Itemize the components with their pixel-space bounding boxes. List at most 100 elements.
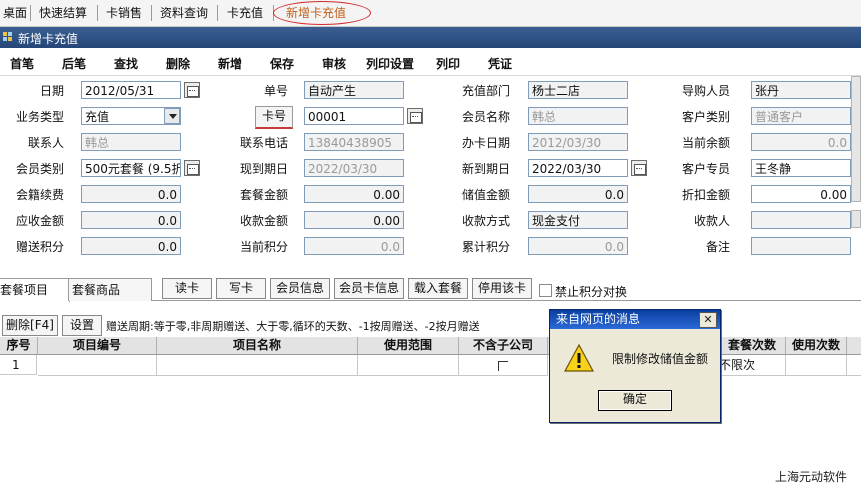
tab-separator: [30, 5, 31, 21]
cell-item-code[interactable]: [38, 355, 157, 376]
business-type-label: 业务类型: [15, 110, 64, 124]
current-points-label: 当前积分: [239, 240, 288, 254]
voucher-button[interactable]: 凭证: [488, 55, 512, 72]
delete-button[interactable]: 删除: [166, 55, 190, 72]
doc-number-label: 单号: [263, 84, 288, 98]
payment-method-field[interactable]: 现金支付: [528, 211, 628, 229]
col-header-more[interactable]: [847, 337, 861, 355]
tab-card-recharge[interactable]: 卡充值: [221, 3, 269, 23]
tab-desktop[interactable]: 桌面: [0, 3, 33, 23]
tab-data-query[interactable]: 资料查询: [154, 3, 214, 23]
card-number-button[interactable]: 卡号: [255, 106, 293, 129]
cell-item-name[interactable]: [157, 355, 358, 376]
payment-method-label: 收款方式: [461, 214, 510, 228]
checkbox-icon[interactable]: [498, 361, 508, 371]
package-amount-label: 套餐金额: [239, 188, 288, 202]
recharge-dept-label: 充值部门: [461, 84, 510, 98]
card-number-field[interactable]: 00001: [304, 107, 404, 125]
current-balance-label: 当前余额: [681, 136, 730, 150]
date-calendar-icon[interactable]: [184, 82, 200, 98]
accumulated-points-label: 累计积分: [461, 240, 510, 254]
member-name-field[interactable]: 韩总: [528, 107, 628, 125]
customer-type-field[interactable]: 普通客户: [751, 107, 851, 125]
current-balance-field[interactable]: 0.0: [751, 133, 851, 151]
tab-quick-checkout[interactable]: 快速结算: [33, 3, 93, 23]
member-card-info-button[interactable]: 会员卡信息: [334, 278, 404, 299]
ok-button[interactable]: 确定: [598, 390, 672, 411]
col-header-item-name[interactable]: 项目名称: [157, 337, 358, 355]
member-info-button[interactable]: 会员信息: [270, 278, 330, 299]
disable-card-button[interactable]: 停用该卡: [472, 278, 532, 299]
cell-exclude-subsidiary[interactable]: [459, 355, 548, 376]
accumulated-points-field[interactable]: 0.0: [528, 237, 628, 255]
disable-points-label: 禁止积分对换: [555, 285, 628, 299]
col-header-no[interactable]: 序号: [0, 337, 38, 355]
chevron-down-icon[interactable]: [164, 108, 180, 124]
current-expiry-field[interactable]: 2022/03/30: [304, 159, 404, 177]
col-header-scope[interactable]: 使用范围: [358, 337, 459, 355]
cell-more[interactable]: [847, 355, 861, 376]
warning-icon: [564, 343, 594, 372]
write-card-button[interactable]: 写卡: [216, 278, 266, 299]
document-tab-bar: 桌面 快速结算 卡销售 资料查询 卡充值 新增卡充值: [0, 0, 861, 27]
read-card-button[interactable]: 读卡: [162, 278, 212, 299]
new-button[interactable]: 新增: [218, 55, 242, 72]
phone-label: 联系电话: [239, 136, 288, 150]
disable-points-checkbox[interactable]: [539, 284, 552, 297]
cell-package-times[interactable]: 不限次: [719, 355, 786, 376]
issue-date-field[interactable]: 2012/03/30: [528, 133, 628, 151]
gift-points-field[interactable]: 0.0: [81, 237, 181, 255]
tab-separator: [97, 5, 98, 21]
remark-label: 备注: [705, 240, 730, 254]
phone-field[interactable]: 13840438905: [304, 133, 404, 151]
current-points-field[interactable]: 0.0: [304, 237, 404, 255]
window-title: 新增卡充值: [18, 32, 79, 46]
print-settings-button[interactable]: 列印设置: [366, 55, 414, 72]
col-header-item-code[interactable]: 项目编号: [38, 337, 157, 355]
sales-guide-label: 导购人员: [681, 84, 730, 98]
save-button[interactable]: 保存: [270, 55, 294, 72]
received-amount-field[interactable]: 0.00: [304, 211, 404, 229]
col-header-used-times[interactable]: 使用次数: [786, 337, 847, 355]
new-expiry-field[interactable]: 2022/03/30: [528, 159, 628, 177]
close-icon[interactable]: ✕: [699, 312, 717, 328]
tab-package-goods[interactable]: 套餐商品: [68, 278, 152, 301]
current-expiry-label: 现到期日: [239, 162, 288, 176]
load-package-button[interactable]: 载入套餐: [408, 278, 468, 299]
new-expiry-calendar-icon[interactable]: [631, 160, 647, 176]
member-type-lookup-icon[interactable]: [184, 160, 200, 176]
date-field[interactable]: 2012/05/31: [81, 81, 181, 99]
sales-guide-field[interactable]: 张丹: [751, 81, 851, 99]
grid-settings-button[interactable]: 设置: [62, 315, 102, 336]
card-lookup-icon[interactable]: [407, 108, 423, 124]
find-button[interactable]: 查找: [114, 55, 138, 72]
receivable-field[interactable]: 0.0: [81, 211, 181, 229]
stored-value-field[interactable]: 0.0: [528, 185, 628, 203]
recharge-dept-field[interactable]: 杨士二店: [528, 81, 628, 99]
payee-field[interactable]: [751, 211, 851, 229]
package-amount-field[interactable]: 0.00: [304, 185, 404, 203]
cell-used-times[interactable]: [786, 355, 847, 376]
customer-rep-field[interactable]: 王冬静: [751, 159, 851, 177]
col-header-package-times[interactable]: 套餐次数: [719, 337, 786, 355]
grid-delete-button[interactable]: 删除[F4]: [2, 315, 58, 336]
remark-field[interactable]: [751, 237, 851, 255]
renewal-fee-field[interactable]: 0.0: [81, 185, 181, 203]
payee-scrollbar[interactable]: [851, 210, 861, 228]
first-record-button[interactable]: 首笔: [10, 55, 34, 72]
col-header-exclude-subsidiary[interactable]: 不含子公司: [459, 337, 548, 355]
member-type-field[interactable]: 500元套餐 (9.5折: [81, 159, 181, 177]
next-record-button[interactable]: 后笔: [62, 55, 86, 72]
print-button[interactable]: 列印: [436, 55, 460, 72]
window-title-bar: 新增卡充值: [0, 27, 861, 48]
issue-date-label: 办卡日期: [461, 136, 510, 150]
contact-field[interactable]: 韩总: [81, 133, 181, 151]
cell-no[interactable]: 1: [0, 355, 37, 375]
form-scrollbar[interactable]: [851, 76, 861, 202]
tab-package-items[interactable]: 套餐项目: [0, 278, 70, 302]
discount-amount-field[interactable]: 0.00: [751, 185, 851, 203]
cell-scope[interactable]: [358, 355, 459, 376]
doc-number-field[interactable]: 自动产生: [304, 81, 404, 99]
approve-button[interactable]: 审核: [322, 55, 346, 72]
tab-card-sales[interactable]: 卡销售: [100, 3, 148, 23]
